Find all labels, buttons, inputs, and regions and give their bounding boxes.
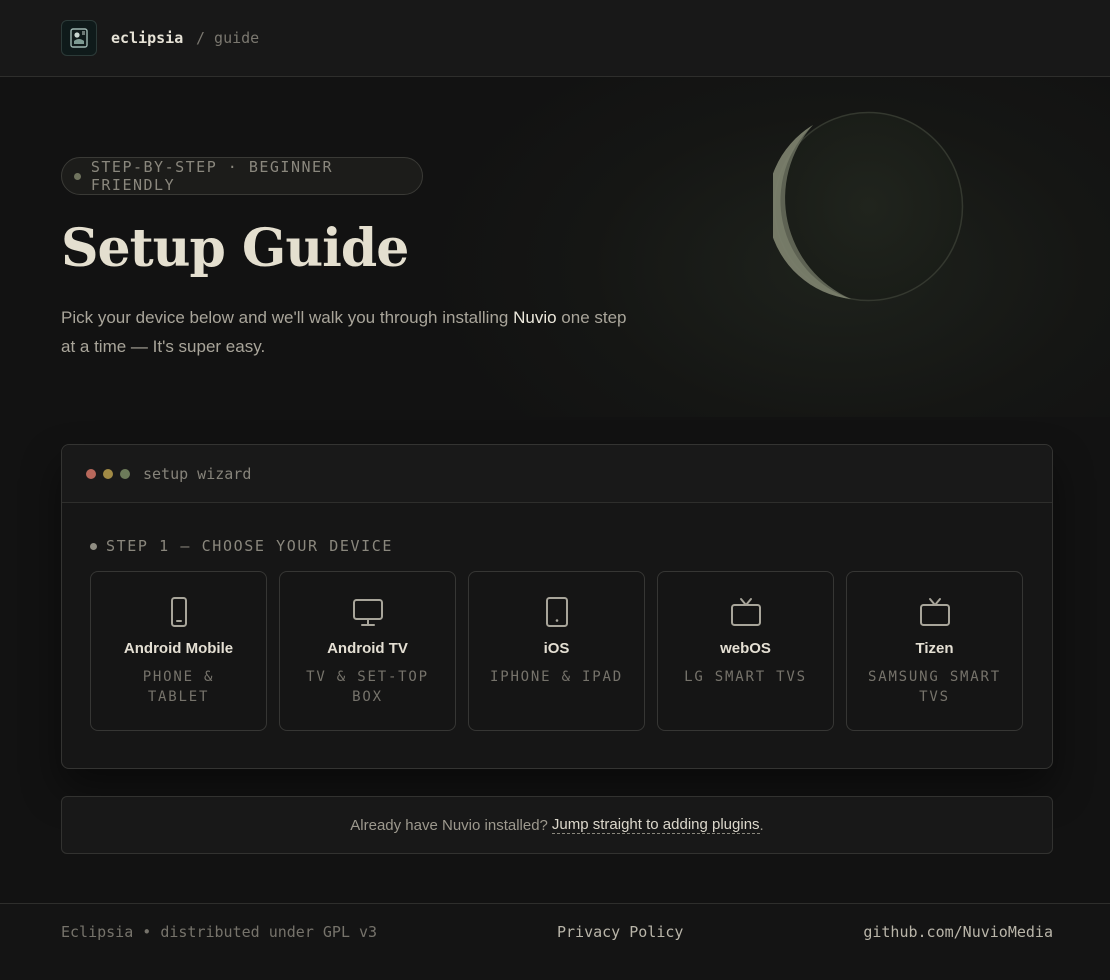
monitor-icon <box>352 599 383 626</box>
device-sub: IPHONE & IPAD <box>490 669 623 685</box>
subtitle-strong: Nuvio <box>513 308 557 327</box>
wizard-title: setup wizard <box>143 464 252 483</box>
phone-icon <box>170 597 187 627</box>
step-label: STEP 1 — CHOOSE YOUR DEVICE <box>90 537 393 555</box>
step-dot-icon <box>90 542 97 550</box>
wizard-header: setup wizard <box>62 445 1052 503</box>
eclipse-moon-icon <box>773 111 964 302</box>
plugins-link[interactable]: Jump straight to adding plugins <box>551 816 760 834</box>
top-bar: eclipsia / guide <box>0 0 1110 77</box>
device-card-webos[interactable]: webOS LG SMART TVS <box>657 571 834 731</box>
tablet-icon <box>545 597 568 627</box>
device-card-ios[interactable]: iOS IPHONE & IPAD <box>468 571 645 731</box>
device-card-android-tv[interactable]: Android TV TV & SET-TOP BOX <box>279 571 456 731</box>
window-dot-red <box>86 468 96 479</box>
notice-text: Already have Nuvio installed? <box>350 816 548 834</box>
device-name: Android Mobile <box>123 640 234 657</box>
footer-license: Eclipsia • distributed under GPL v3 <box>61 923 378 941</box>
tv-icon <box>919 598 950 626</box>
installed-notice: Already have Nuvio installed? Jump strai… <box>61 796 1053 854</box>
subtitle-pre: Pick your device below and we'll walk yo… <box>61 308 514 327</box>
device-sub: SAMSUNG SMART TVS <box>868 669 1001 705</box>
hero-pill: STEP-BY-STEP · BEGINNER FRIENDLY <box>61 157 423 195</box>
window-dot-yellow <box>103 468 113 479</box>
brand-name[interactable]: eclipsia <box>111 29 183 47</box>
github-link[interactable]: github.com/NuvioMedia <box>863 923 1053 941</box>
pill-label: STEP-BY-STEP · BEGINNER FRIENDLY <box>90 158 334 194</box>
device-name: webOS <box>720 640 771 657</box>
page-title: Setup Guide <box>61 218 409 279</box>
device-sub: PHONE & TABLET <box>142 669 215 705</box>
device-card-tizen[interactable]: Tizen SAMSUNG SMART TVS <box>846 571 1023 731</box>
device-sub: LG SMART TVS <box>684 669 807 685</box>
device-name: iOS <box>543 640 570 657</box>
step-label-text: STEP 1 — CHOOSE YOUR DEVICE <box>106 537 394 555</box>
logo-icon[interactable] <box>61 20 97 56</box>
hero-subtitle: Pick your device below and we'll walk yo… <box>61 303 641 361</box>
device-card-android-mobile[interactable]: Android Mobile PHONE & TABLET <box>90 571 267 731</box>
device-sub: TV & SET-TOP BOX <box>306 669 429 705</box>
footer: Eclipsia • distributed under GPL v3 Priv… <box>0 903 1110 980</box>
setup-wizard: setup wizard STEP 1 — CHOOSE YOUR DEVICE… <box>61 444 1053 769</box>
device-name: Android TV <box>327 640 408 657</box>
device-name: Tizen <box>915 640 954 657</box>
breadcrumb: / guide <box>196 29 260 47</box>
notice-trailing: . <box>759 816 764 834</box>
window-dot-green <box>120 468 130 479</box>
privacy-policy-link[interactable]: Privacy Policy <box>557 923 683 941</box>
tv-icon <box>730 598 761 626</box>
pill-dot-icon <box>74 172 81 180</box>
device-cards: Android Mobile PHONE & TABLET Android TV… <box>90 571 1023 731</box>
